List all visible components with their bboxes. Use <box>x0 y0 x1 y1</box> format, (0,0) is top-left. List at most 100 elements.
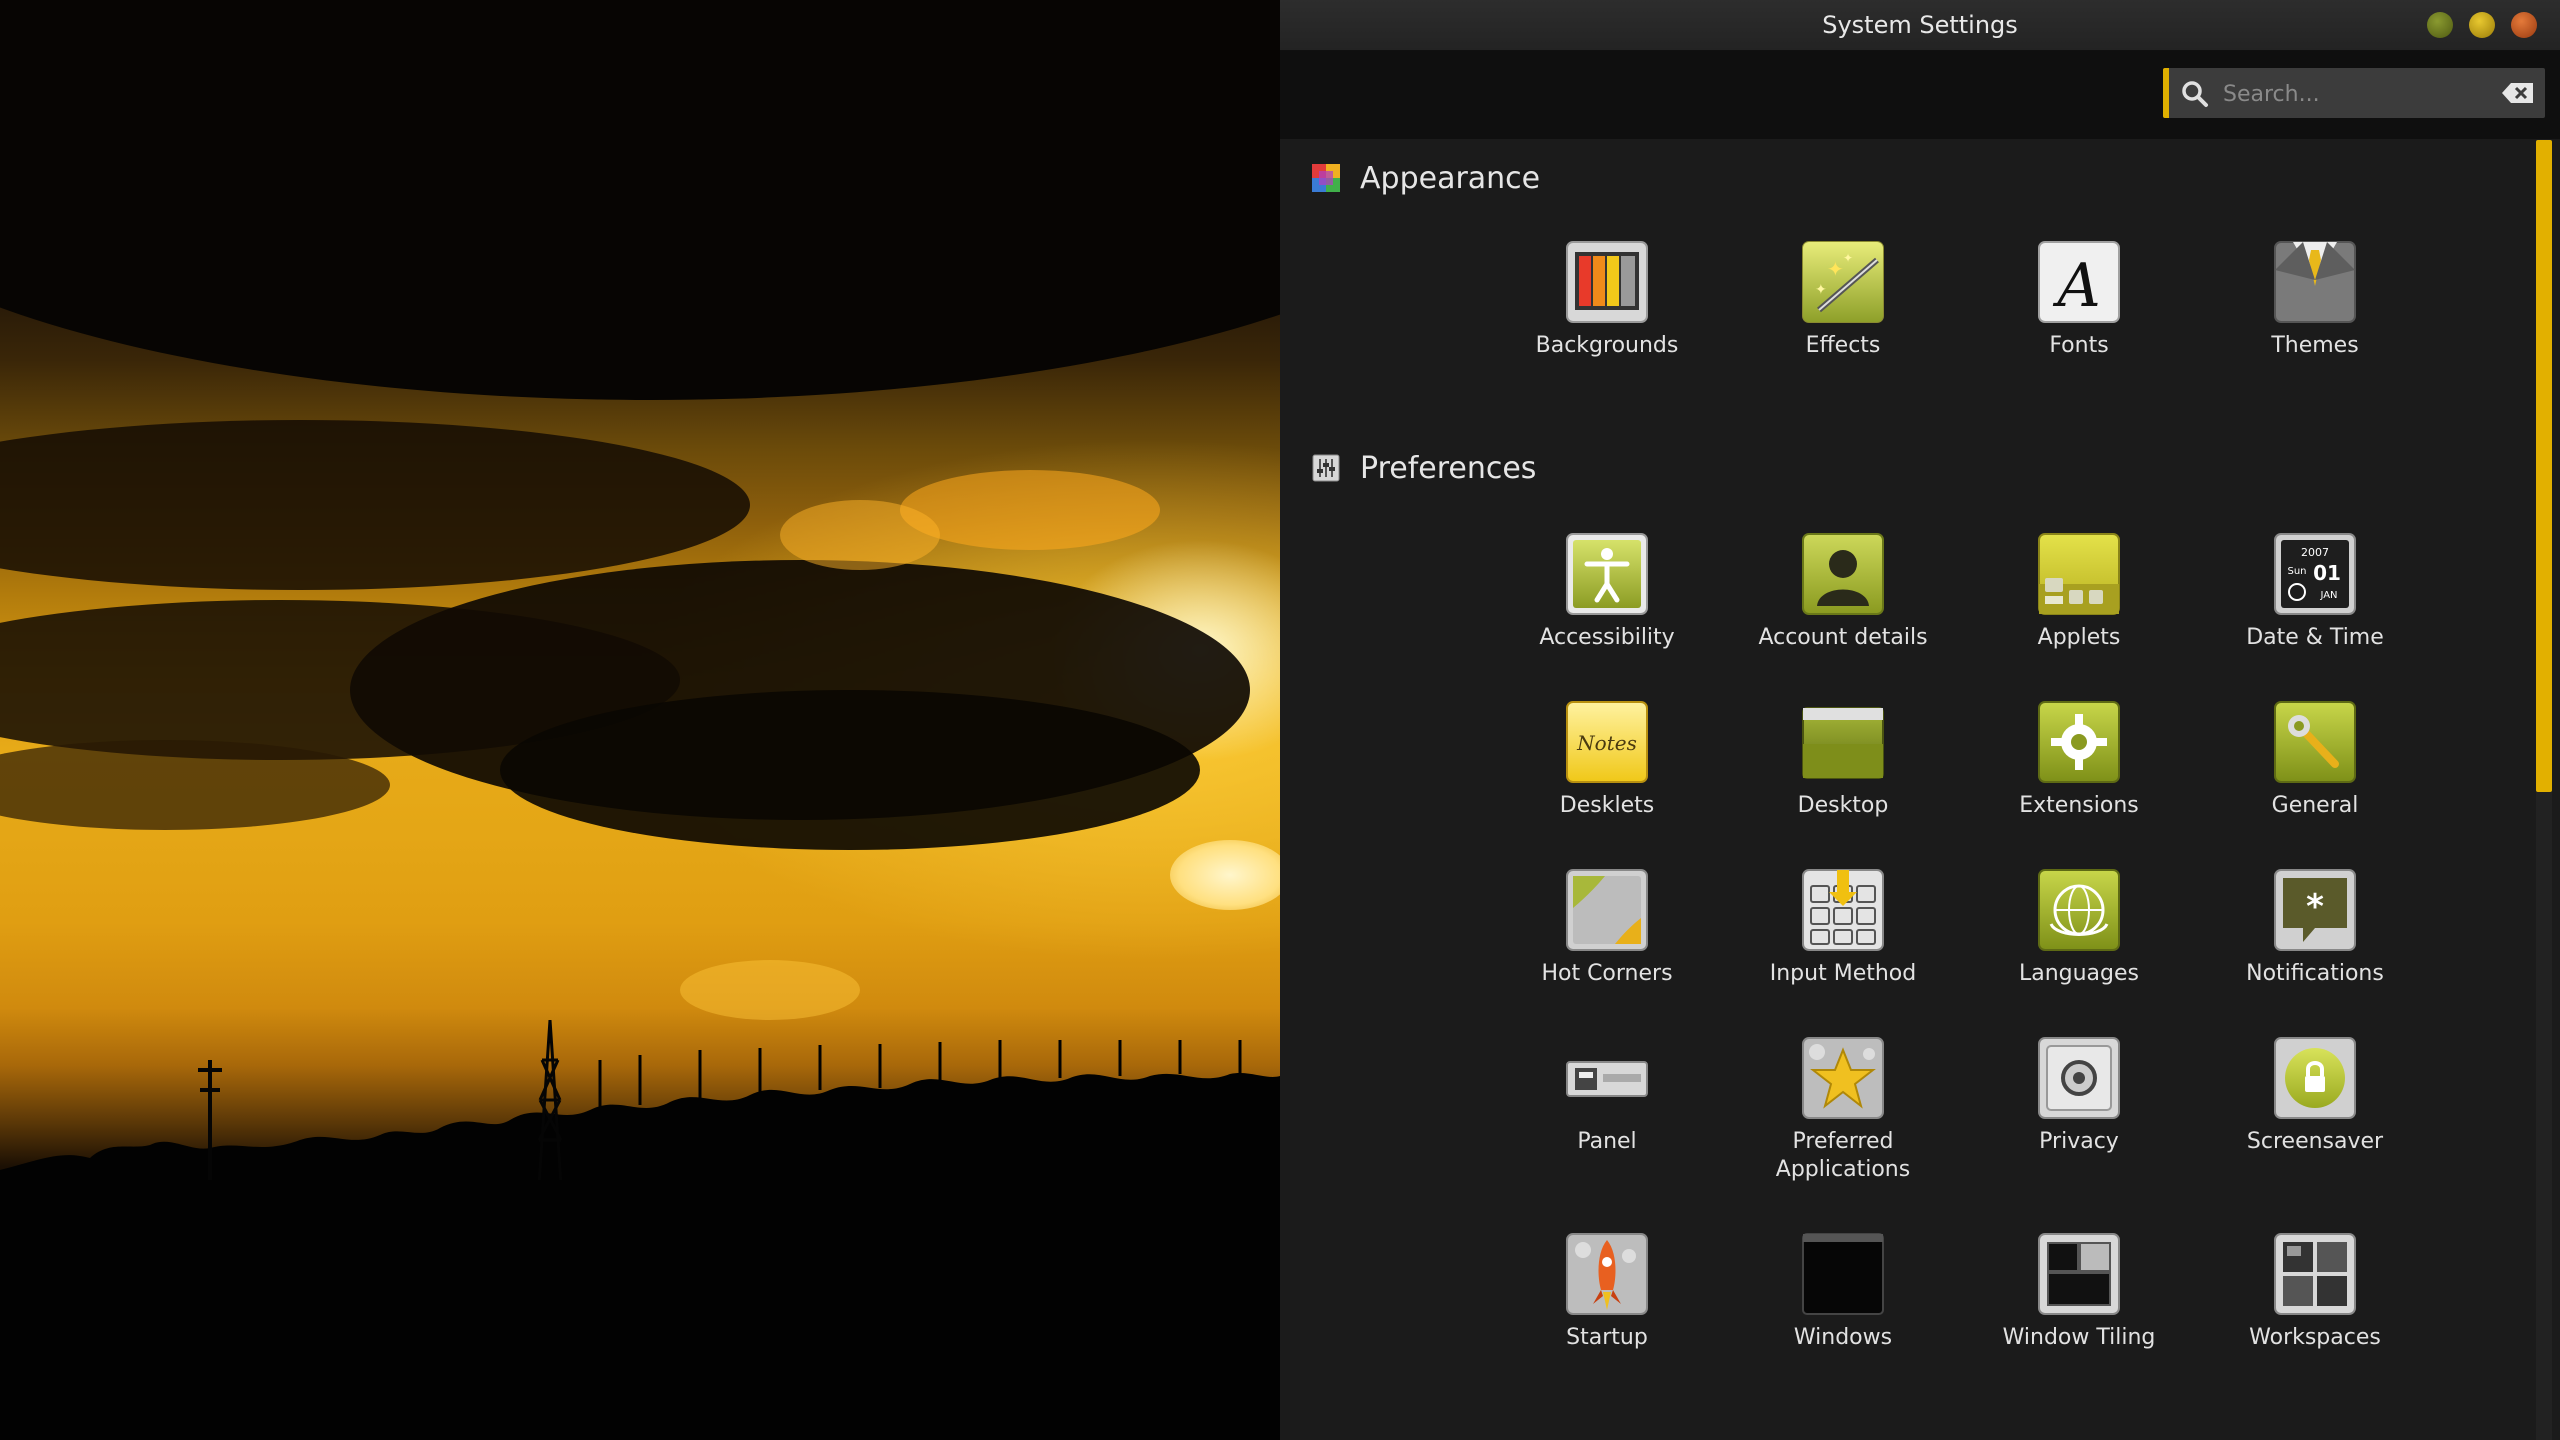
settings-item-backgrounds[interactable]: Backgrounds <box>1489 240 1725 360</box>
svg-text:2007: 2007 <box>2301 546 2329 559</box>
minimize-icon[interactable] <box>2427 12 2453 38</box>
item-label: Window Tiling <box>2002 1325 2156 1350</box>
settings-item-date-time[interactable]: 2007 Sun 01 JAN Date & Time <box>2197 532 2433 652</box>
desklets-icon: Notes <box>1565 700 1649 784</box>
effects-icon: ✦ ✦ ✦ <box>1801 240 1885 324</box>
item-label: General <box>2271 793 2359 818</box>
item-label: Backgrounds <box>1535 333 1679 358</box>
item-label: Fonts <box>2049 333 2109 358</box>
settings-item-accessibility[interactable]: Accessibility <box>1489 532 1725 652</box>
extensions-icon <box>2037 700 2121 784</box>
item-label: Input Method <box>1769 961 1917 986</box>
appearance-icon <box>1312 164 1340 192</box>
ground-silhouette <box>0 1180 1280 1440</box>
settings-content: Appearance Backgrounds ✦ ✦ ✦ Effects A F… <box>1280 140 2530 1440</box>
preferred-applications-icon <box>1801 1036 1885 1120</box>
settings-item-extensions[interactable]: Extensions <box>1961 700 2197 820</box>
svg-text:Notes: Notes <box>1576 731 1637 755</box>
search-icon <box>2182 81 2208 107</box>
settings-item-preferred-applications[interactable]: Preferred Applications <box>1725 1036 1961 1184</box>
clear-search-icon[interactable] <box>2501 81 2535 105</box>
section-title: Preferences <box>1360 450 1537 486</box>
accessibility-icon <box>1565 532 1649 616</box>
notifications-icon: * <box>2273 868 2357 952</box>
themes-icon <box>2273 240 2357 324</box>
item-label: Themes <box>2271 333 2359 358</box>
languages-icon <box>2037 868 2121 952</box>
section-header-appearance: Appearance <box>1312 158 1540 198</box>
settings-item-panel[interactable]: Panel <box>1489 1036 1725 1156</box>
settings-item-startup[interactable]: Startup <box>1489 1232 1725 1352</box>
settings-item-notifications[interactable]: * Notifications <box>2197 868 2433 988</box>
settings-item-windows[interactable]: Windows <box>1725 1232 1961 1352</box>
desktop-wallpaper <box>0 0 1280 1440</box>
settings-item-general[interactable]: General <box>2197 700 2433 820</box>
privacy-icon <box>2037 1036 2121 1120</box>
svg-text:01: 01 <box>2313 561 2341 585</box>
svg-text:A: A <box>2052 251 2100 321</box>
system-settings-window: System Settings Search... Appearance Bac… <box>1280 0 2560 1440</box>
item-label: Date & Time <box>2246 625 2384 650</box>
settings-item-effects[interactable]: ✦ ✦ ✦ Effects <box>1725 240 1961 360</box>
svg-text:JAN: JAN <box>2319 590 2337 601</box>
settings-item-screensaver[interactable]: Screensaver <box>2197 1036 2433 1156</box>
item-label: Desktop <box>1797 793 1889 818</box>
settings-item-desktop[interactable]: Desktop <box>1725 700 1961 820</box>
item-label: Workspaces <box>2249 1325 2381 1350</box>
settings-item-account-details[interactable]: Account details <box>1725 532 1961 652</box>
backgrounds-icon <box>1565 240 1649 324</box>
settings-item-themes[interactable]: Themes <box>2197 240 2433 360</box>
search-input[interactable] <box>2221 76 2495 112</box>
titlebar[interactable]: System Settings <box>1280 0 2560 51</box>
svg-text:✦: ✦ <box>1815 282 1827 298</box>
item-label: Effects <box>1805 333 1881 358</box>
item-label: Languages <box>2018 961 2140 986</box>
applets-icon <box>2037 532 2121 616</box>
svg-text:✦: ✦ <box>1827 257 1844 281</box>
general-icon <box>2273 700 2357 784</box>
input-method-icon <box>1801 868 1885 952</box>
item-label: Startup <box>1566 1325 1648 1350</box>
startup-icon <box>1565 1232 1649 1316</box>
item-label: Desklets <box>1559 793 1655 818</box>
screensaver-icon <box>2273 1036 2357 1120</box>
date-time-icon: 2007 Sun 01 JAN <box>2273 532 2357 616</box>
settings-item-desklets[interactable]: Notes Desklets <box>1489 700 1725 820</box>
settings-item-languages[interactable]: Languages <box>1961 868 2197 988</box>
desktop-icon <box>1801 700 1885 784</box>
settings-item-fonts[interactable]: A Fonts <box>1961 240 2197 360</box>
settings-item-applets[interactable]: Applets <box>1961 532 2197 652</box>
item-label: Privacy <box>2039 1129 2119 1154</box>
item-label: Extensions <box>2019 793 2139 818</box>
svg-text:Sun: Sun <box>2287 566 2306 577</box>
settings-item-input-method[interactable]: Input Method <box>1725 868 1961 988</box>
toolbar <box>1280 51 2560 139</box>
windows-icon <box>1801 1232 1885 1316</box>
window-tiling-icon <box>2037 1232 2121 1316</box>
item-label: Account details <box>1758 625 1928 650</box>
settings-item-hot-corners[interactable]: Hot Corners <box>1489 868 1725 988</box>
item-label: Preferred Applications <box>1775 1129 1911 1182</box>
scrollbar-thumb[interactable] <box>2536 140 2552 792</box>
item-label: Screensaver <box>2246 1129 2384 1154</box>
preferences-icon <box>1312 454 1340 482</box>
section-title: Appearance <box>1360 160 1541 196</box>
svg-text:✦: ✦ <box>1843 251 1853 265</box>
account-details-icon <box>1801 532 1885 616</box>
close-icon[interactable] <box>2511 12 2537 38</box>
fonts-icon: A <box>2037 240 2121 324</box>
vertical-scrollbar[interactable] <box>2536 140 2552 1440</box>
item-label: Windows <box>1793 1325 1893 1350</box>
settings-item-window-tiling[interactable]: Window Tiling <box>1961 1232 2197 1352</box>
window-title: System Settings <box>1822 11 2018 39</box>
maximize-icon[interactable] <box>2469 12 2495 38</box>
item-label: Applets <box>2037 625 2121 650</box>
hot-corners-icon <box>1565 868 1649 952</box>
item-label: Notifications <box>2246 961 2384 986</box>
section-header-preferences: Preferences <box>1312 448 1536 488</box>
panel-icon <box>1565 1036 1649 1120</box>
workspaces-icon <box>2273 1232 2357 1316</box>
settings-item-workspaces[interactable]: Workspaces <box>2197 1232 2433 1352</box>
search-box <box>2163 68 2545 118</box>
settings-item-privacy[interactable]: Privacy <box>1961 1036 2197 1156</box>
